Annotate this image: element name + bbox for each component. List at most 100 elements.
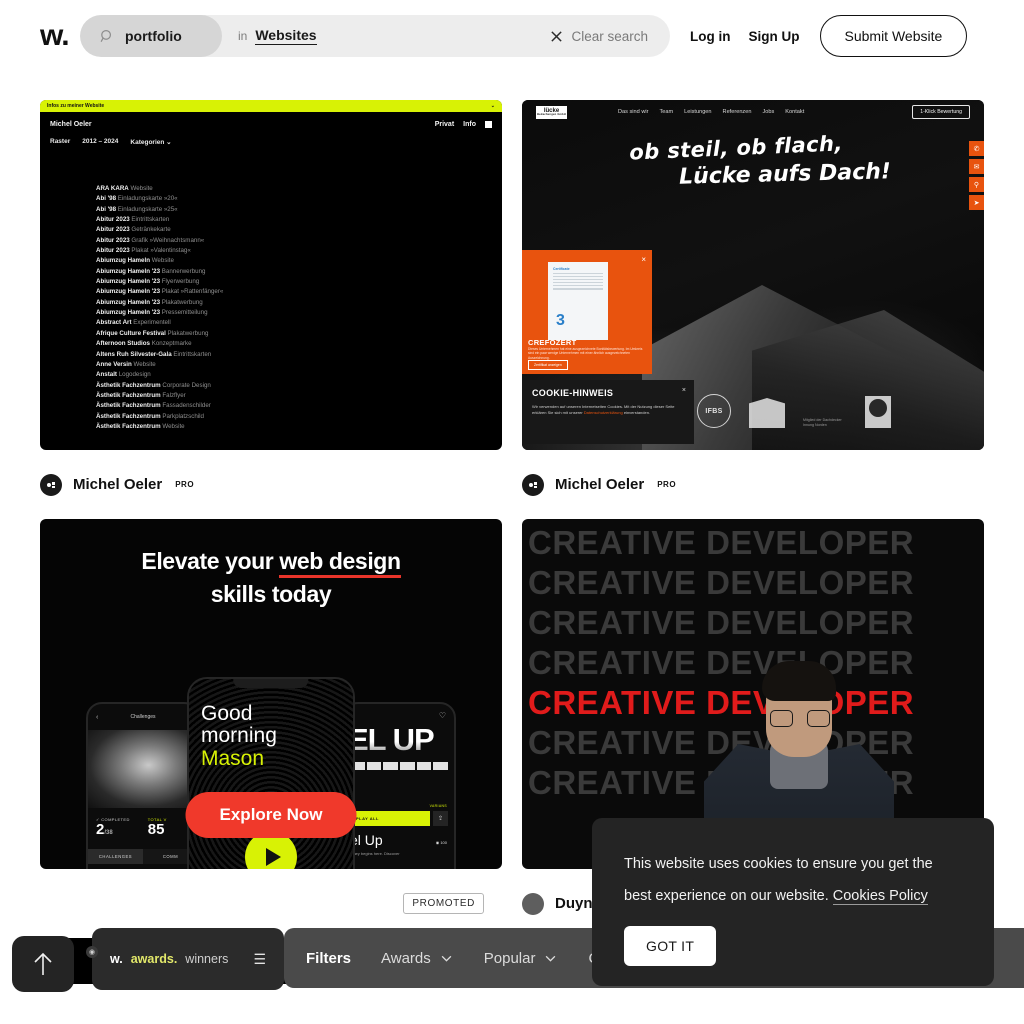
scroll-to-top-button[interactable] <box>12 936 74 992</box>
signup-link[interactable]: Sign Up <box>749 29 800 44</box>
website-thumbnail[interactable]: Elevate your web design skills today ‹ C… <box>40 519 502 869</box>
filter-awards-label: Awards <box>381 949 431 967</box>
clear-search-button[interactable]: Clear search <box>550 29 670 44</box>
website-thumbnail[interactable]: lücke Bedachungen GmbH Das sind wir Team L… <box>522 100 984 450</box>
ifbs-seal-icon: IFBS <box>697 394 731 428</box>
phone-left-tabs: CHALLENGES COMM <box>88 849 198 864</box>
awards-widget[interactable]: ◉ w. awards. winners ☰ <box>86 928 284 990</box>
website-card-promoted[interactable]: Elevate your web design skills today ‹ C… <box>40 519 502 938</box>
site-project-row: Abiumzug Hameln '23 Bannerwerbung <box>96 267 206 275</box>
site-project-row: Abiumzug Hameln '23 Plakatwerbung <box>96 298 203 306</box>
site-topbar: Michel Oeler Privat Info <box>40 112 502 128</box>
site-project-list: ARA KARA Website Abi '98 Einladungskarte … <box>40 146 502 432</box>
site-project-row: Anstalt Logodesign <box>96 371 151 379</box>
avatar[interactable] <box>40 473 62 496</box>
play-all-button: PLAY ALL <box>350 811 430 826</box>
heart-icon: ♡ <box>438 711 446 720</box>
submit-website-button[interactable]: Submit Website <box>819 15 968 57</box>
cookie-notice-link: Datenschutzerklärung <box>583 410 623 415</box>
filter-popular[interactable]: Popular <box>484 950 557 967</box>
login-link[interactable]: Log in <box>690 29 731 44</box>
search-scope[interactable]: Websites <box>255 27 317 45</box>
seal-caption: Mitglied der Dachdecker Innung Norden <box>803 418 842 427</box>
site-subnav-raster: Raster <box>50 138 71 145</box>
author-name[interactable]: Michel Oeler <box>73 476 162 493</box>
website-card[interactable]: lücke Bedachungen GmbH Das sind wir Team L… <box>522 100 984 519</box>
avatar[interactable] <box>522 892 544 915</box>
cookie-notice-text-2: einverstanden. <box>622 410 651 415</box>
stat-completed-value: 2/38 <box>96 821 113 838</box>
site-project-row: Abitur 2023 Eintrittskarten <box>96 216 170 224</box>
site-header: w. portfolio in Websites Clear search Lo… <box>0 0 1024 72</box>
close-icon: × <box>681 387 686 394</box>
site-topnav: lücke Bedachungen GmbH Das sind wir Team L… <box>522 105 984 119</box>
site-project-row: Anne Versin Website <box>96 360 156 368</box>
certificate-doc: Certificate 3 <box>548 262 608 340</box>
site-banner: Infos zu meiner Website ⌄ <box>40 100 502 112</box>
promo-button: Zertifikat anzeigen <box>528 360 568 370</box>
phone-left-photo <box>88 730 198 808</box>
site-logo-sub: Bedachungen GmbH <box>537 112 566 116</box>
site-nav-link: Team <box>659 109 674 115</box>
rocket-icon: ➤ <box>969 195 984 210</box>
site-nav-privat: Privat <box>434 121 455 128</box>
promo-text: Dieses Unternehmen hat eine ausgezeichne… <box>528 346 643 360</box>
avatar-glyph-icon <box>529 481 537 488</box>
site-project-row: Ästhetik Fachzentrum Website <box>96 422 185 430</box>
phone-icon: ✆ <box>969 141 984 156</box>
site-project-row: Ästhetik Fachzentrum Falzflyer <box>96 391 186 399</box>
author-name[interactable]: Michel Oeler <box>555 476 644 493</box>
search-input[interactable]: portfolio <box>80 15 222 57</box>
site-navlinks: Das sind wir Team Leistungen Referenzen Jobs… <box>618 109 804 115</box>
arrow-up-icon <box>34 952 52 975</box>
site-banner-text: Infos zu meiner Website <box>47 103 105 109</box>
website-card[interactable]: Infos zu meiner Website ⌄ Michel Oeler P… <box>40 100 502 519</box>
avatar[interactable] <box>522 473 544 496</box>
site-subnav-years: 2012 – 2024 <box>82 138 119 145</box>
site-side-icons: ✆ ✉ ⚲ ➤ <box>969 141 984 210</box>
greeting-line1: Good morning <box>201 702 277 747</box>
certificate-title: Certificate <box>553 267 570 271</box>
search-icon <box>100 29 115 44</box>
ad-headline-part1: Elevate your <box>141 548 280 574</box>
cookie-notice-text: Wir verwenden auf unseren Internetseiten… <box>532 404 684 416</box>
site-project-row: Abiumzug Hameln '23 Flyerwerbung <box>96 278 200 286</box>
ad-headline: Elevate your web design skills today <box>40 545 502 611</box>
site-project-row: Afternoon Studios Konzeptmarke <box>96 340 192 348</box>
explore-now-button[interactable]: Explore Now <box>185 792 357 838</box>
share-icon: ⇪ <box>433 811 448 826</box>
close-icon <box>550 30 563 43</box>
cookie-notice-title: COOKIE-HINWEIS <box>532 388 614 398</box>
got-it-button[interactable]: GOT IT <box>624 926 717 966</box>
site-project-row: Ästhetik Fachzentrum Corporate Design <box>96 381 211 389</box>
site-marquee-row: CREATIVE DEVELOPER <box>528 524 915 561</box>
site-marquee-row: CREATIVE DEVELOPER <box>528 564 915 601</box>
phone-left-nav-label: Challenges <box>130 714 156 720</box>
menu-square-icon <box>485 121 492 128</box>
cookies-policy-link[interactable]: Cookies Policy <box>832 888 928 905</box>
awards-widget-logo: w. <box>110 952 123 966</box>
phone-right-sub: ...ney begins here. Discover <box>350 851 400 856</box>
card-meta: Michel Oeler PRO <box>40 450 502 519</box>
phone-left-stats: ✓ COMPLETED 2/38 TOTAL V 85 <box>88 808 198 841</box>
awards-widget-awards-label: awards. <box>130 952 178 966</box>
logo[interactable]: w. <box>24 19 80 53</box>
phone-left-list-item: 30 New kid in t Complete the album <box>88 864 198 869</box>
site-project-row: Abi '98 Einladungskarte »25« <box>96 205 178 213</box>
site-project-row: Ästhetik Fachzentrum Fassadenschilder <box>96 402 211 410</box>
hamburger-icon[interactable]: ☰ <box>253 951 266 968</box>
phone-left-nav: ‹ Challenges <box>88 704 198 730</box>
site-seals: IFBS Mitglied der Dachdecker Innung Nord… <box>697 394 891 428</box>
phone-mockup-center: Goodmorning Mason SWIPE • DROP <box>187 677 355 869</box>
site-logo: lücke Bedachungen GmbH <box>536 105 567 119</box>
innung-badge-icon <box>749 398 785 428</box>
website-thumbnail[interactable]: Infos zu meiner Website ⌄ Michel Oeler P… <box>40 100 502 450</box>
site-headline: ob steil, ob flach, Lücke aufs Dach! <box>522 131 984 189</box>
website-thumbnail[interactable]: CREATIVE DEVELOPER CREATIVE DEVELOPER CREA… <box>522 519 984 869</box>
chevron-down-icon: ⌄ <box>490 103 495 109</box>
site-project-row: Abiumzug Hameln '23 Pressemitteilung <box>96 309 208 317</box>
filter-awards[interactable]: Awards <box>381 950 452 967</box>
site-cookie-notice: × COOKIE-HINWEIS Wir verwenden auf unser… <box>522 380 694 444</box>
pro-badge: PRO <box>175 480 195 489</box>
site-subnav-kategorien: Kategorien ⌄ <box>130 139 172 146</box>
